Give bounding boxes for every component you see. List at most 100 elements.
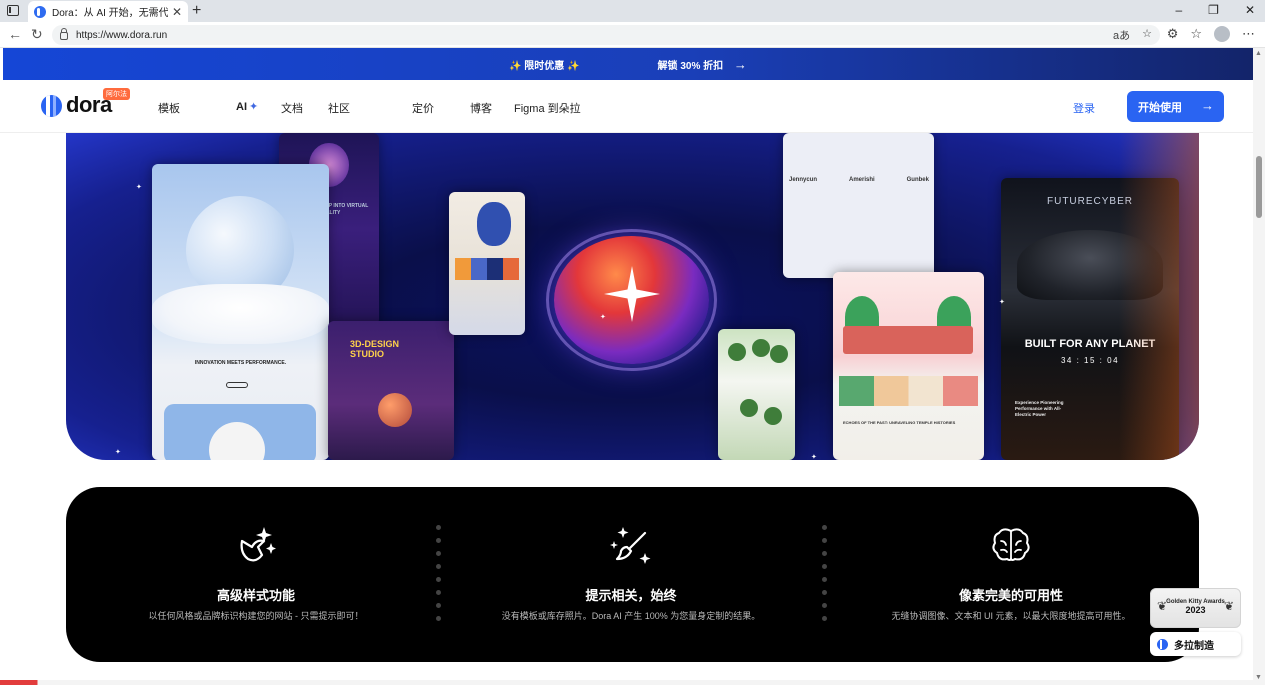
ai-orb [554,236,709,364]
browser-tab-bar: Dora：从 AI 开始，无需代码即可 ✕ + – ❐ ✕ [0,0,1265,22]
car-tagline: BUILT FOR ANY PLANET [1024,338,1156,350]
tree-shape [740,399,758,417]
sparkle-icon: ✦ [115,449,121,456]
alpha-badge: 阿尔法 [103,88,130,100]
page-scrollbar[interactable]: ▲ ▼ [1253,48,1265,685]
temple-caption: ECHOES OF THE PAST: UNRAVELING TEMPLE HI… [843,420,956,425]
nav-community[interactable]: 社区 [328,100,350,116]
brain-icon [992,528,1030,561]
new-tab-button[interactable]: + [192,2,201,20]
portrait-illustration [477,202,511,246]
divider-dots [436,525,442,625]
feature-pixel-perfect: 像素完美的可用性 无缝协调图像、文本和 UI 元素，以最大限度地提高可用性。 [866,487,1156,662]
translate-icon[interactable]: aあ [1113,27,1130,43]
login-link[interactable]: 登录 [1073,100,1095,116]
temple-image [843,326,973,354]
feature-desc: 以任何风格或品牌标识构建您的网站 - 只需提示即可！ [148,611,364,621]
sparkle-icon: ✦ [136,184,142,191]
brand-logo: Gunbek [906,177,929,183]
features-panel: 高级样式功能 以任何风格或品牌标识构建您的网站 - 只需提示即可！ 提示相关，始… [66,487,1199,662]
get-started-button[interactable]: 开始使用 → [1127,91,1224,122]
promo-unlock-link[interactable]: 解锁 30% 折扣 → [658,57,747,72]
url-text[interactable]: https://www.dora.run [76,30,167,41]
feature-desc: 没有模板或库存照片。Dora AI 产生 100% 为您量身定制的结果。 [501,611,761,621]
close-window-button[interactable]: ✕ [1245,3,1255,17]
browser-tab[interactable]: Dora：从 AI 开始，无需代码即可 ✕ [28,1,188,22]
arrow-right-icon: → [733,56,747,72]
template-card-brands: Jennycun Amerishi Gunbek [783,133,934,278]
brand-logo: Jennycun [789,177,818,183]
dora-favicon-icon [34,5,46,18]
car-description: Experience Pioneering Performance with A… [1015,400,1064,417]
site-header: dora 阿尔法 模板 AI ✦ 文档 社区 定价 博客 Figma 到朵拉 登录… [0,80,1253,133]
window-controls: – ❐ ✕ [1175,3,1255,17]
tab-close-icon[interactable]: ✕ [172,5,182,19]
template-card-garden [718,329,795,460]
brand-logo: Amerishi [848,177,875,183]
scroll-thumb[interactable] [1256,156,1262,218]
nav-templates[interactable]: 模板 [158,100,180,116]
nav-ai[interactable]: AI ✦ [236,100,258,113]
favorites-icon[interactable]: ☆ [1190,26,1202,42]
get-started-label: 开始使用 [1138,101,1182,114]
feature-title: 高级样式功能 [216,588,295,603]
sparkle-icon: ✦ [999,299,1005,306]
brand-logos: Jennycun Amerishi Gunbek [789,177,929,183]
star-icon[interactable]: ☆ [1142,27,1152,43]
tab-title: Dora：从 AI 开始，无需代码即可 [52,8,168,19]
profile-icon[interactable] [1214,26,1230,42]
feature-title: 像素完美的可用性 [958,588,1063,603]
tree-shape [770,345,788,363]
nav-figma[interactable]: Figma 到朵拉 [514,100,581,116]
feature-advanced-styling: 高级样式功能 以任何风格或品牌标识构建您的网站 - 只需提示即可！ [106,487,406,662]
promo-offer: ✨ 限时优惠 ✨ [509,60,580,72]
laurel-right-icon: ❦ [1223,599,1234,613]
scroll-up-icon[interactable]: ▲ [1255,50,1262,57]
template-card-3d-studio: 3D-DESIGN STUDIO [328,321,454,460]
tree-shape [728,343,746,361]
tree-shape [752,339,770,357]
golden-kitty-award-badge[interactable]: ❦ ❦ Golden Kitty Awards 2023 [1150,588,1241,628]
planet-image [378,393,412,427]
web-page: ✨ 限时优惠 ✨ 解锁 30% 折扣 → dora 阿尔法 模板 AI ✦ 文档 … [0,48,1253,685]
promo-banner[interactable]: ✨ 限时优惠 ✨ 解锁 30% 折扣 → [3,48,1253,80]
nav-ai-label: AI [236,101,247,113]
laurel-left-icon: ❦ [1157,599,1168,613]
sparkle-star-icon [604,266,660,322]
template-card-temple: ECHOES OF THE PAST: UNRAVELING TEMPLE HI… [833,272,984,460]
car-title: FUTURECYBER [1046,196,1133,207]
nav-blog[interactable]: 博客 [470,100,492,116]
back-icon[interactable]: ← [8,26,22,42]
template-card-nike: INNOVATION MEETS PERFORMANCE. [152,164,329,460]
extensions-icon[interactable]: ⚙ [1167,26,1179,42]
nav-pricing[interactable]: 定价 [412,100,434,116]
scroll-down-icon[interactable]: ▼ [1255,674,1262,681]
illustration-grid [455,258,519,280]
maximize-button[interactable]: ❐ [1208,3,1219,17]
made-by-label: 多拉制造 [1174,640,1214,652]
temple-gallery [839,376,978,406]
template-card-illustration [449,192,525,335]
more-icon[interactable]: ⋯ [1242,26,1255,42]
promo-unlock-label: 解锁 30% 折扣 [657,60,724,72]
browser-toolbar: ← ↻ https://www.dora.run aあ ☆ ⚙ ☆ ⋯ [0,22,1265,48]
design-studio-title: 3D-DESIGN STUDIO [350,339,400,359]
nav-docs[interactable]: 文档 [281,100,303,116]
next-section-edge [0,680,1253,685]
hero-showcase: STEP INTO VIRTUAL REALITY INNOVATION MEE… [66,133,1199,460]
feature-desc: 无缝协调图像、文本和 UI 元素，以最大限度地提高可用性。 [891,611,1131,621]
nike-shop-button [226,382,248,388]
minimize-button[interactable]: – [1175,3,1182,17]
template-card-car: FUTURECYBER BUILT FOR ANY PLANET 34 : 15… [1001,178,1179,460]
sidebar-icon[interactable] [7,5,19,16]
feature-prompt-relevant: 提示相关，始终 没有模板或库存照片。Dora AI 产生 100% 为您量身定制… [476,487,786,662]
sparkle-icon: ✦ [600,314,606,321]
feature-title: 提示相关，始终 [585,588,677,603]
made-with-dora-badge[interactable]: 多拉制造 [1150,632,1241,656]
cloud-image [152,284,329,344]
lock-icon[interactable] [60,28,68,40]
refresh-icon[interactable]: ↻ [31,26,43,43]
dora-logo-icon[interactable] [41,95,62,117]
address-bar[interactable]: https://www.dora.run aあ ☆ [52,25,1160,45]
dora-logo-icon [1157,638,1168,650]
